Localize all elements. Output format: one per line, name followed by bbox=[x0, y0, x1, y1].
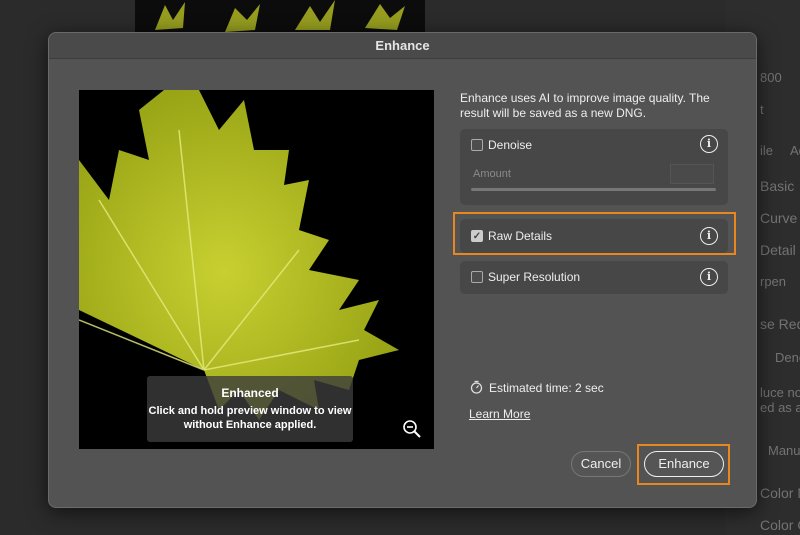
denoise-checkbox[interactable] bbox=[471, 139, 483, 151]
super-resolution-card: Super Resolution i bbox=[460, 261, 728, 294]
enhance-button[interactable]: Enhance bbox=[644, 451, 724, 477]
overlay-text: Click and hold preview window to view wi… bbox=[148, 405, 352, 431]
learn-more-link[interactable]: Learn More bbox=[469, 407, 530, 421]
amount-slider bbox=[471, 188, 716, 191]
preview-overlay: Enhanced Click and hold preview window t… bbox=[147, 376, 353, 442]
zoom-out-icon[interactable] bbox=[402, 419, 422, 439]
highlight-box bbox=[453, 212, 736, 255]
preview-window[interactable]: Enhanced Click and hold preview window t… bbox=[79, 90, 434, 449]
denoise-card: Denoise i Amount bbox=[460, 129, 728, 205]
estimated-time: Estimated time: 2 sec bbox=[489, 381, 604, 395]
description: Enhance uses AI to improve image quality… bbox=[460, 91, 710, 120]
amount-field bbox=[670, 164, 714, 184]
overlay-title: Enhanced bbox=[221, 386, 279, 400]
info-icon[interactable]: i bbox=[700, 135, 718, 153]
enhance-dialog: Enhance Enhanced Click and hold preview … bbox=[48, 32, 757, 508]
dialog-title: Enhance bbox=[49, 33, 756, 59]
super-resolution-checkbox[interactable] bbox=[471, 271, 483, 283]
super-resolution-label: Super Resolution bbox=[488, 270, 581, 284]
amount-label: Amount bbox=[473, 168, 511, 180]
denoise-label: Denoise bbox=[488, 138, 533, 152]
info-icon[interactable]: i bbox=[700, 268, 718, 286]
stopwatch-icon bbox=[470, 380, 483, 394]
cancel-button[interactable]: Cancel bbox=[571, 451, 631, 477]
